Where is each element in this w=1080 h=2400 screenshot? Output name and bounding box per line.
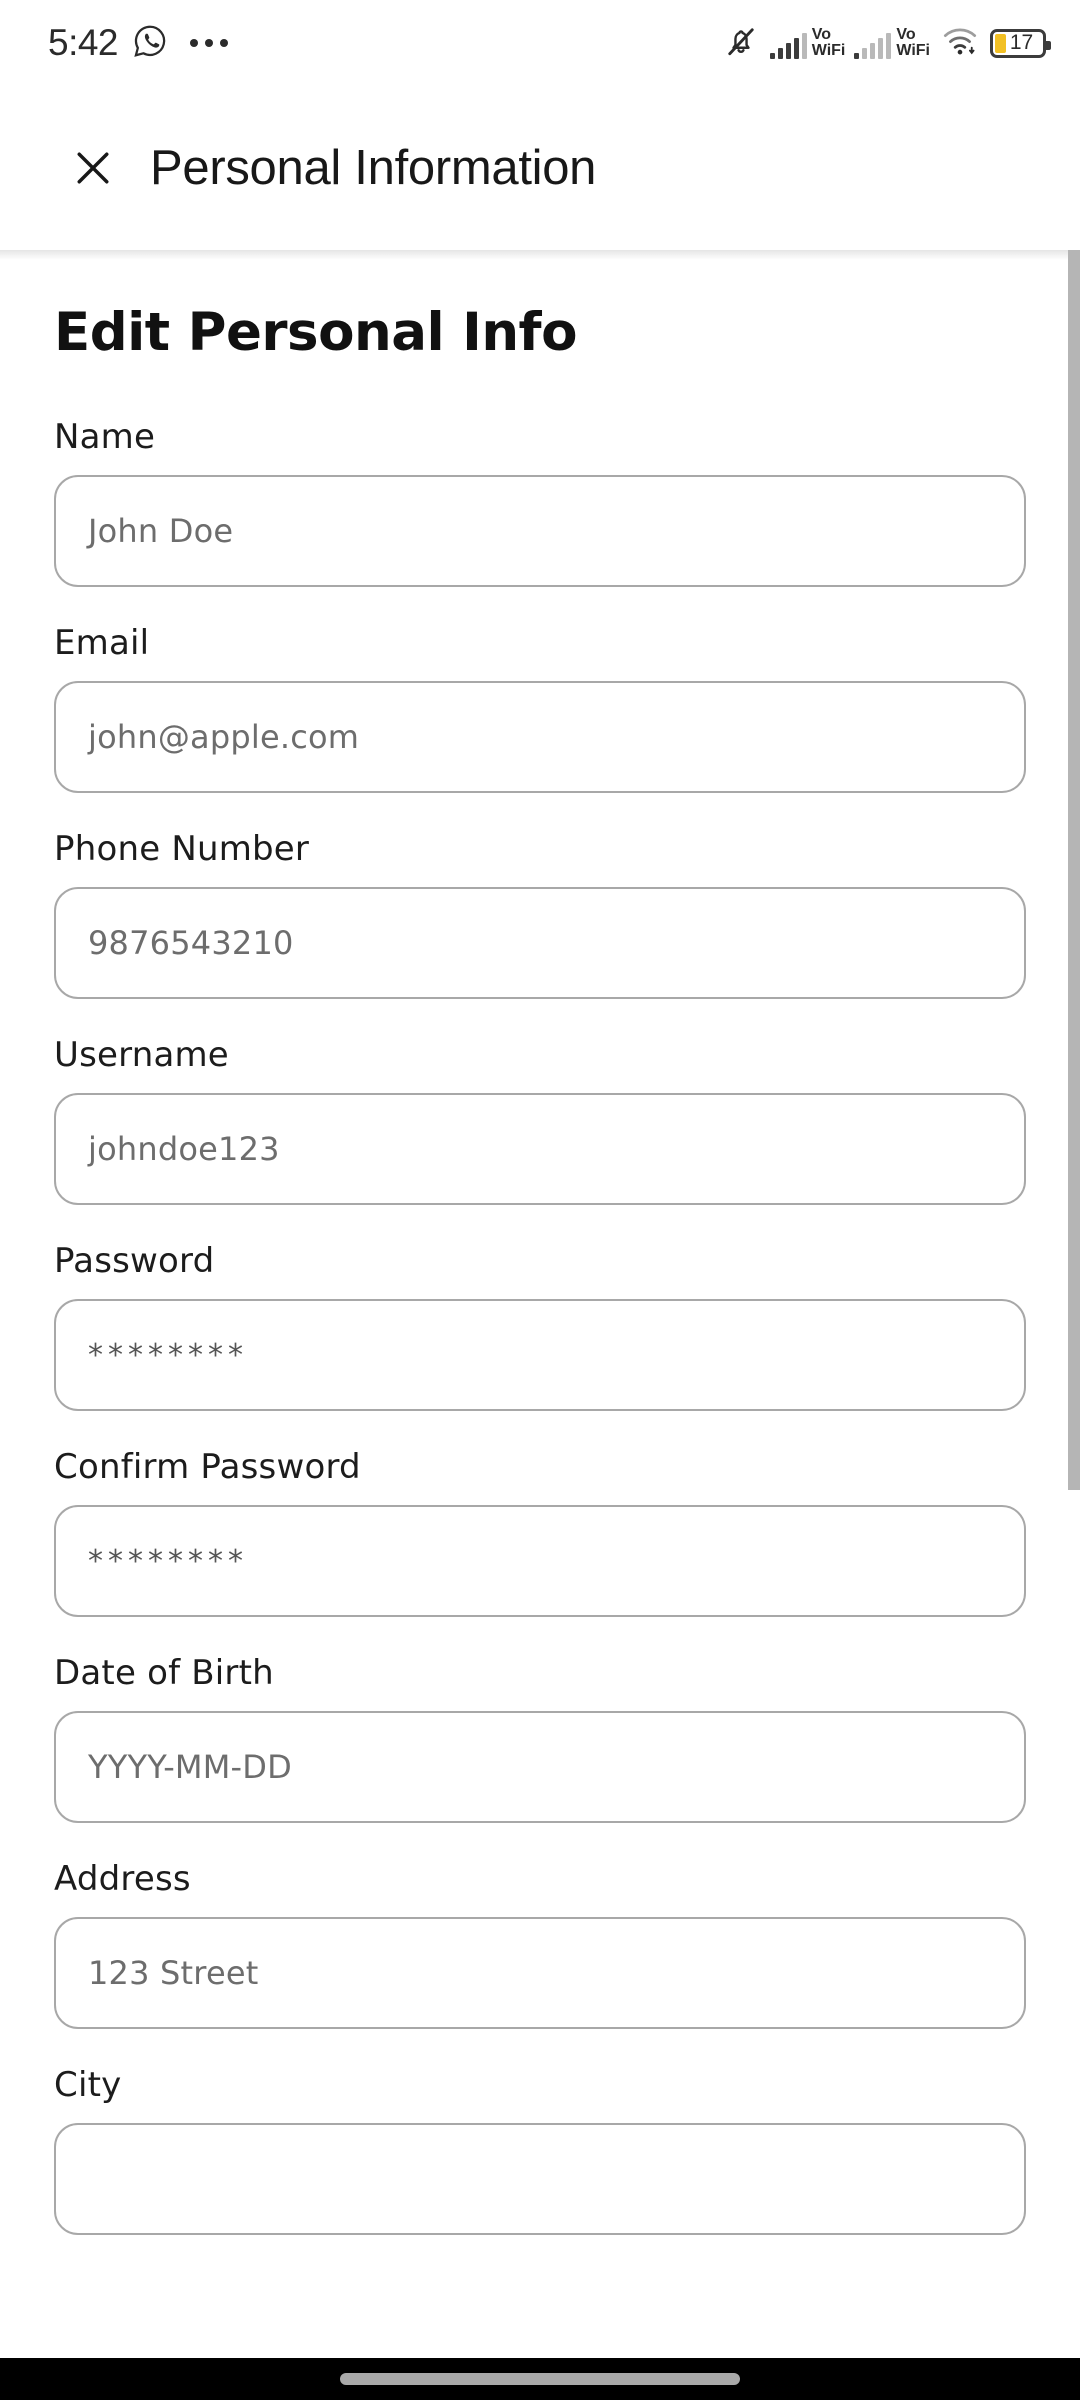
phone-number-input[interactable]: 9876543210 [54,887,1026,999]
field-label: Date of Birth [54,1653,274,1693]
sim1-volte-label: Vo WiFi [811,26,846,59]
status-clock: 5:42 [48,22,119,63]
status-bar-right: Vo WiFi Vo WiFi 17 [721,23,1051,63]
sim1-signal-icon: Vo WiFi [769,26,846,59]
field-label: Password [54,1241,215,1281]
field-label: Confirm Password [54,1447,361,1487]
field-value: YYYY-MM-DD [88,1748,292,1786]
close-icon[interactable] [70,145,116,191]
field-label: Address [54,1859,191,1899]
sim2-signal-bars [854,31,892,59]
field-email: Email john@apple.com [54,623,1026,793]
battery-percent-label: 17 [1009,31,1034,54]
field-date-of-birth: Date of Birth YYYY-MM-DD [54,1653,1026,1823]
gesture-pill[interactable] [340,2373,740,2385]
field-confirm-password: Confirm Password ******** [54,1447,1026,1617]
system-navigation-bar [0,2358,1080,2400]
date-of-birth-input[interactable]: YYYY-MM-DD [54,1711,1026,1823]
city-input[interactable] [54,2123,1026,2235]
field-label: Email [54,623,150,663]
field-value: ******** [88,1337,248,1373]
status-bar-left: 5:42 [48,22,229,64]
form-heading: Edit Personal Info [54,302,578,363]
confirm-password-input[interactable]: ******** [54,1505,1026,1617]
field-address: Address 123 Street [54,1859,1026,2029]
field-city: City [54,2065,1026,2235]
sim2-volte-label: Vo WiFi [896,26,930,59]
field-label: City [54,2065,122,2105]
field-username: Username johndoe123 [54,1035,1026,1205]
more-notifications-icon [190,39,229,47]
wifi-icon [939,24,981,62]
field-value: ******** [88,1543,248,1579]
field-value: 123 Street [88,1954,259,1992]
battery-icon: 17 [990,28,1051,58]
email-input[interactable]: john@apple.com [54,681,1026,793]
field-label: Username [54,1035,229,1075]
sim1-signal-bars [769,31,807,59]
form-scroll-container[interactable]: Edit Personal Info Name John Doe Email j… [0,250,1080,2358]
password-input[interactable]: ******** [54,1299,1026,1411]
field-password: Password ******** [54,1241,1026,1411]
app-header: Personal Information [0,86,1080,260]
field-value: john@apple.com [88,718,360,756]
scrollbar-thumb[interactable] [1068,250,1080,1490]
field-name: Name John Doe [54,417,1026,587]
sim2-signal-icon: Vo WiFi [854,27,930,59]
field-value: John Doe [88,512,234,550]
address-input[interactable]: 123 Street [54,1917,1026,2029]
whatsapp-icon [132,23,168,63]
phone-screen: 5:42 Vo WiFi Vo WiFi 17 Personal Informa… [0,0,1080,2400]
scrollbar-track[interactable] [1068,250,1080,2358]
page-title: Personal Information [150,141,597,195]
field-value: 9876543210 [88,924,294,962]
ringer-muted-icon [721,23,761,63]
field-phone-number: Phone Number 9876543210 [54,829,1026,999]
status-bar: 5:42 Vo WiFi Vo WiFi 17 [0,0,1080,86]
field-label: Name [54,417,156,457]
username-input[interactable]: johndoe123 [54,1093,1026,1205]
field-label: Phone Number [54,829,310,869]
field-value: johndoe123 [88,1130,280,1168]
name-input[interactable]: John Doe [54,475,1026,587]
